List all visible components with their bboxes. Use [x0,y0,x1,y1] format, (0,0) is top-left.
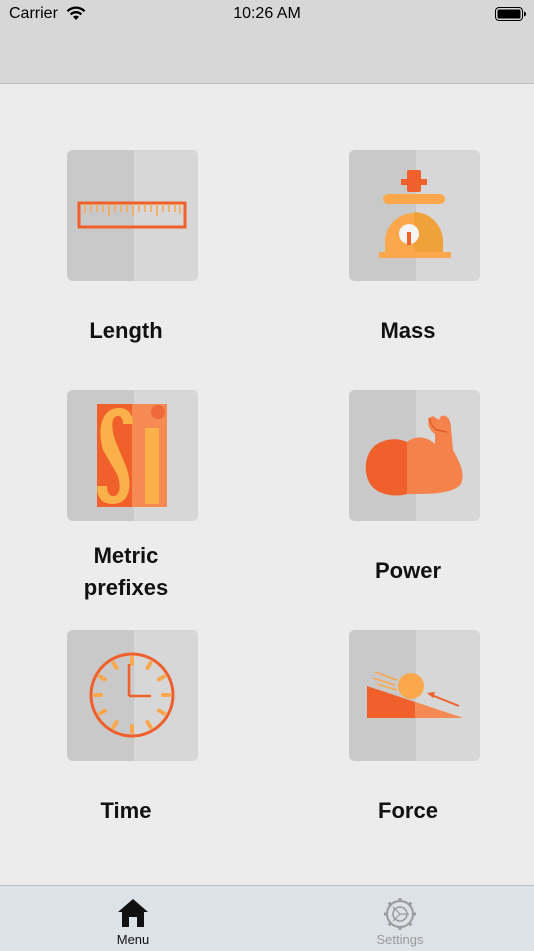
tab-menu[interactable]: Menu [63,886,203,951]
si-icon [97,404,167,507]
battery-icon [495,7,527,27]
tab-settings-label: Settings [376,932,424,947]
gear-icon [384,898,416,935]
clock-time: 10:26 AM [233,5,301,22]
force-tile[interactable] [349,630,480,761]
status-bar: Carrier 10:26 AM [0,0,534,30]
force-label: Force [378,798,438,823]
mass-tile[interactable] [349,150,480,281]
time-tile[interactable] [67,630,198,761]
power-label: Power [374,558,442,583]
ruler-icon [77,201,187,229]
clock-icon [89,652,175,738]
mass-label: Mass [380,318,436,343]
flexed-arm-icon [365,415,463,496]
metric-prefixes-tile[interactable] [67,390,198,521]
home-icon [117,898,149,933]
length-tile[interactable] [67,150,198,281]
scale-icon [379,170,451,258]
ball-on-ramp-icon [367,671,463,718]
tab-bar: Menu Settings [0,885,534,951]
power-tile[interactable] [349,390,480,521]
tab-settings[interactable]: Settings [330,886,470,951]
tab-menu-label: Menu [116,932,150,947]
length-label: Length [89,318,163,343]
time-label: Time [100,798,152,823]
metric-prefixes-label: Metric prefixes [83,543,169,600]
